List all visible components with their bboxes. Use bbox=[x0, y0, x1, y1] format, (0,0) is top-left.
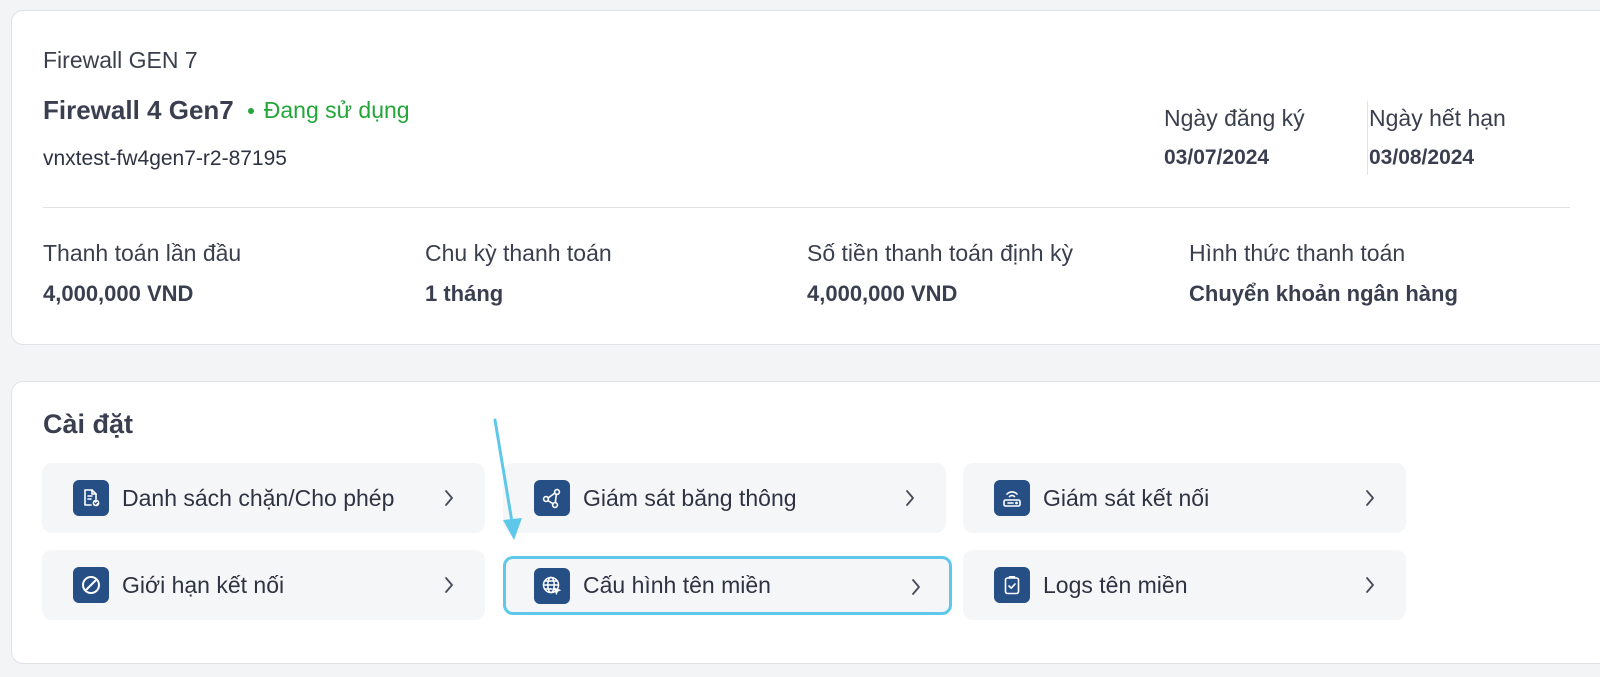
status-badge: Đang sử dụng bbox=[247, 97, 410, 124]
settings-title: Cài đặt bbox=[43, 409, 134, 439]
payment-first-value: 4,000,000 VND bbox=[43, 281, 194, 306]
annotation-arrow-icon bbox=[493, 418, 522, 540]
payment-method-label: Hình thức thanh toán bbox=[1189, 240, 1406, 266]
date-divider bbox=[1367, 101, 1368, 175]
setting-label: Danh sách chặn/Cho phép bbox=[122, 484, 395, 511]
setting-label: Giám sát băng thông bbox=[583, 484, 797, 511]
chevron-right-icon bbox=[445, 577, 453, 593]
service-info-card: Firewall GEN 7 Firewall 4 Gen7 Đang sử d… bbox=[11, 10, 1600, 345]
payment-cycle-label: Chu kỳ thanh toán bbox=[425, 240, 612, 266]
settings-card: Cài đặt Danh sách chặn/Cho phép Giám sát… bbox=[11, 381, 1600, 664]
payment-recurring: Số tiền thanh toán định kỳ 4,000,000 VND bbox=[807, 240, 1073, 307]
service-title-row: Firewall 4 Gen7 Đang sử dụng bbox=[43, 95, 410, 126]
registered-date-label: Ngày đăng ký bbox=[1164, 105, 1305, 131]
setting-label: Giới hạn kết nối bbox=[122, 571, 285, 598]
setting-domain-config[interactable]: Cấu hình tên miền bbox=[503, 556, 952, 615]
chevron-right-icon bbox=[1366, 577, 1374, 593]
setting-label: Cấu hình tên miền bbox=[583, 572, 771, 598]
payment-method: Hình thức thanh toán Chuyển khoản ngân h… bbox=[1189, 240, 1458, 307]
router-icon bbox=[994, 480, 1030, 516]
setting-bandwidth-monitor[interactable]: Giám sát băng thông bbox=[503, 463, 946, 533]
setting-connection-monitor[interactable]: Giám sát kết nối bbox=[963, 463, 1406, 533]
status-text: Đang sử dụng bbox=[263, 97, 410, 123]
payment-cycle-value: 1 tháng bbox=[425, 281, 504, 306]
setting-label: Giám sát kết nối bbox=[1043, 484, 1210, 511]
registered-date-block: Ngày đăng ký 03/07/2024 bbox=[1164, 105, 1305, 170]
payment-method-value: Chuyển khoản ngân hàng bbox=[1189, 281, 1458, 306]
expiry-date-label: Ngày hết hạn bbox=[1369, 105, 1506, 131]
status-dot-icon bbox=[247, 107, 254, 114]
block-icon bbox=[73, 567, 109, 603]
setting-domain-logs[interactable]: Logs tên miền bbox=[963, 550, 1406, 620]
clipboard-check-icon bbox=[994, 567, 1030, 603]
payment-first: Thanh toán lần đầu 4,000,000 VND bbox=[43, 240, 241, 307]
registered-date-value: 03/07/2024 bbox=[1164, 146, 1270, 169]
chevron-right-icon bbox=[445, 490, 453, 506]
payment-recurring-value: 4,000,000 VND bbox=[807, 281, 958, 306]
hostname: vnxtest-fw4gen7-r2-87195 bbox=[43, 147, 287, 170]
globe-cursor-icon bbox=[534, 568, 570, 604]
product-name: Firewall 4 Gen7 bbox=[43, 95, 234, 125]
document-shield-icon bbox=[73, 480, 109, 516]
payment-first-label: Thanh toán lần đầu bbox=[43, 240, 242, 266]
section-divider bbox=[43, 207, 1570, 208]
payment-recurring-label: Số tiền thanh toán định kỳ bbox=[807, 240, 1073, 266]
chevron-right-icon bbox=[1366, 490, 1374, 506]
setting-connection-limit[interactable]: Giới hạn kết nối bbox=[42, 550, 485, 620]
expiry-date-value: 03/08/2024 bbox=[1369, 146, 1475, 169]
service-category: Firewall GEN 7 bbox=[43, 47, 198, 73]
payment-cycle: Chu kỳ thanh toán 1 tháng bbox=[425, 240, 612, 307]
chevron-right-icon bbox=[912, 579, 920, 595]
setting-blocklist-allowlist[interactable]: Danh sách chặn/Cho phép bbox=[42, 463, 485, 533]
setting-label: Logs tên miền bbox=[1043, 571, 1188, 598]
expiry-date-block: Ngày hết hạn 03/08/2024 bbox=[1369, 105, 1506, 170]
chevron-right-icon bbox=[906, 490, 914, 506]
